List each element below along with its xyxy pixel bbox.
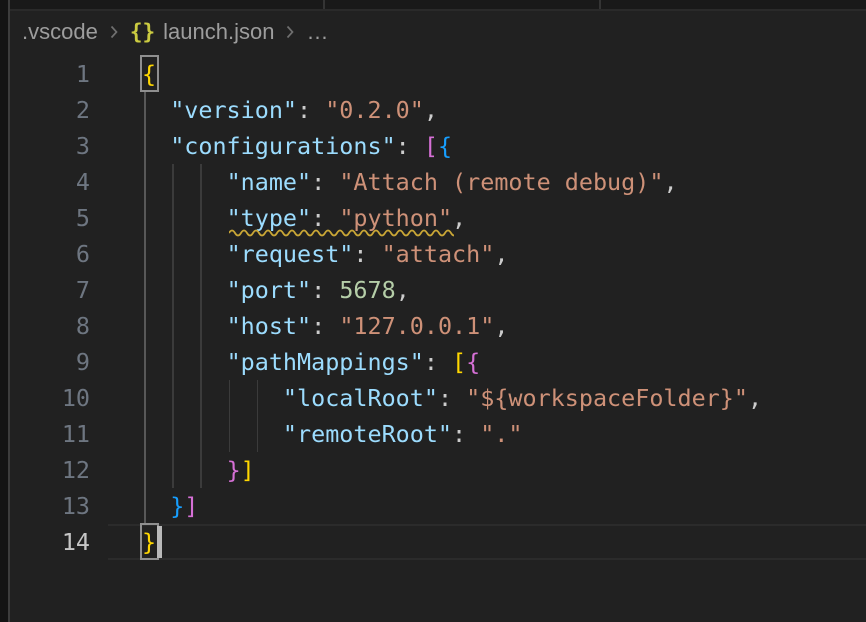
tab-divider (323, 0, 325, 9)
chevron-right-icon (281, 22, 299, 42)
line-number[interactable]: 3 (10, 128, 90, 164)
json-braces-icon: {} (130, 20, 155, 44)
line-number[interactable]: 4 (10, 164, 90, 200)
code-text: { (142, 56, 156, 92)
breadcrumb-file[interactable]: launch.json (163, 19, 274, 45)
line-number[interactable]: 5 (10, 200, 90, 236)
code-line[interactable]: 14} (10, 524, 866, 560)
code-text: "configurations": [{ (142, 128, 452, 164)
code-line[interactable]: 6 "request": "attach", (10, 236, 866, 272)
code-text: "name": "Attach (remote debug)", (142, 164, 678, 200)
code-line[interactable]: 4 "name": "Attach (remote debug)", (10, 164, 866, 200)
breadcrumb: .vscode {} launch.json … (10, 13, 866, 51)
breadcrumb-symbol-ellipsis[interactable]: … (306, 19, 328, 45)
line-number[interactable]: 13 (10, 488, 90, 524)
code-line[interactable]: 2 "version": "0.2.0", (10, 92, 866, 128)
code-line[interactable]: 1{ (10, 56, 866, 92)
tab-divider (599, 0, 601, 9)
code-text: "localRoot": "${workspaceFolder}", (142, 380, 762, 416)
code-text: "version": "0.2.0", (142, 92, 438, 128)
editor[interactable]: 1{2 "version": "0.2.0",3 "configurations… (10, 0, 866, 622)
code-text: "remoteRoot": "." (142, 416, 523, 452)
breadcrumb-folder[interactable]: .vscode (22, 19, 98, 45)
line-number[interactable]: 1 (10, 56, 90, 92)
code-line[interactable]: 11 "remoteRoot": "." (10, 416, 866, 452)
chevron-right-icon (105, 22, 123, 42)
code-line[interactable]: 12 }] (10, 452, 866, 488)
tab-bar (10, 0, 866, 11)
text-cursor (157, 526, 162, 558)
line-number[interactable]: 11 (10, 416, 90, 452)
line-number[interactable]: 8 (10, 308, 90, 344)
code-text: "pathMappings": [{ (142, 344, 480, 380)
line-number[interactable]: 12 (10, 452, 90, 488)
line-number[interactable]: 9 (10, 344, 90, 380)
code-line[interactable]: 8 "host": "127.0.0.1", (10, 308, 866, 344)
code-text: }] (142, 452, 255, 488)
code-text: } (142, 524, 156, 560)
line-number[interactable]: 2 (10, 92, 90, 128)
editor-group-sash[interactable] (0, 0, 10, 622)
warning-squiggle-icon (229, 228, 455, 237)
code-text: "host": "127.0.0.1", (142, 308, 508, 344)
line-number[interactable]: 6 (10, 236, 90, 272)
code-text: "request": "attach", (142, 236, 508, 272)
code-line[interactable]: 3 "configurations": [{ (10, 128, 866, 164)
code-line[interactable]: 13 }] (10, 488, 866, 524)
line-number[interactable]: 14 (10, 524, 90, 560)
code-text: }] (142, 488, 198, 524)
code-line[interactable]: 9 "pathMappings": [{ (10, 344, 866, 380)
code-line[interactable]: 7 "port": 5678, (10, 272, 866, 308)
code-line[interactable]: 10 "localRoot": "${workspaceFolder}", (10, 380, 866, 416)
code-text: "port": 5678, (142, 272, 410, 308)
line-number[interactable]: 10 (10, 380, 90, 416)
line-number[interactable]: 7 (10, 272, 90, 308)
